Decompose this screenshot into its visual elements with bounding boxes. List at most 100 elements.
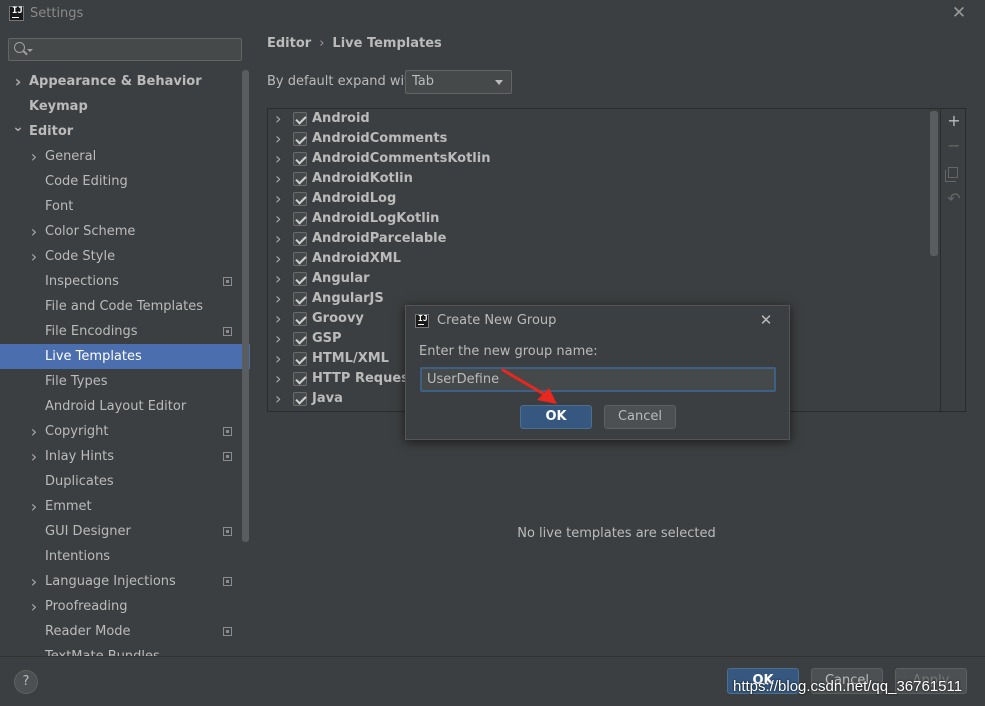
sidebar-item-label: Intentions	[45, 549, 111, 564]
template-group-checkbox[interactable]	[293, 252, 307, 266]
sidebar-item[interactable]: › Color Scheme	[0, 219, 240, 244]
template-group-checkbox[interactable]	[293, 352, 307, 366]
project-scope-icon	[223, 327, 232, 336]
dialog-close-icon[interactable]: ✕	[758, 311, 774, 329]
project-scope-icon	[223, 452, 232, 461]
template-group-checkbox[interactable]	[293, 332, 307, 346]
template-group-checkbox[interactable]	[293, 112, 307, 126]
chevron-right-icon[interactable]: ›	[275, 249, 281, 269]
sidebar-item[interactable]: Reader Mode	[0, 619, 240, 644]
chevron-right-icon[interactable]: ›	[275, 369, 281, 389]
sidebar-item[interactable]: File and Code Templates	[0, 294, 240, 319]
add-icon[interactable]: +	[945, 112, 963, 130]
sidebar-item[interactable]: › Appearance & Behavior	[0, 69, 240, 94]
sidebar-item-label: General	[45, 149, 97, 164]
window-close-icon[interactable]: ✕	[950, 4, 968, 22]
chevron-right-icon[interactable]: ›	[275, 329, 281, 349]
settings-search-input[interactable]	[35, 41, 235, 58]
chevron-right-icon[interactable]: ›	[275, 149, 281, 169]
template-group-checkbox[interactable]	[293, 172, 307, 186]
template-group-row[interactable]: › Angular	[268, 269, 928, 289]
sidebar-item-label: Duplicates	[45, 474, 114, 489]
sidebar-item[interactable]: Keymap	[0, 94, 240, 119]
intellij-logo-icon: IJ	[415, 314, 429, 328]
sidebar-item[interactable]: File Encodings	[0, 319, 240, 344]
sidebar-item[interactable]: Intentions	[0, 544, 240, 569]
chevron-right-icon[interactable]: ›	[28, 219, 40, 244]
template-group-checkbox[interactable]	[293, 212, 307, 226]
sidebar-item[interactable]: Inspections	[0, 269, 240, 294]
template-group-row[interactable]: › AndroidKotlin	[268, 169, 928, 189]
template-group-checkbox[interactable]	[293, 312, 307, 326]
template-group-checkbox[interactable]	[293, 232, 307, 246]
help-button[interactable]: ?	[14, 670, 38, 694]
template-group-checkbox[interactable]	[293, 192, 307, 206]
template-group-checkbox[interactable]	[293, 372, 307, 386]
sidebar-item[interactable]: File Types	[0, 369, 240, 394]
chevron-right-icon[interactable]: ›	[275, 349, 281, 369]
chevron-right-icon[interactable]: ›	[275, 389, 281, 409]
template-group-row[interactable]: › AndroidXML	[268, 249, 928, 269]
sidebar-item[interactable]: ⌄ Editor	[0, 119, 240, 144]
chevron-right-icon[interactable]: ›	[275, 129, 281, 149]
chevron-right-icon[interactable]: ›	[275, 289, 281, 309]
sidebar-item[interactable]: TextMate Bundles	[0, 644, 240, 656]
template-group-row[interactable]: › AndroidLogKotlin	[268, 209, 928, 229]
chevron-right-icon[interactable]: ›	[275, 109, 281, 129]
template-group-checkbox[interactable]	[293, 272, 307, 286]
sidebar-item[interactable]: › Copyright	[0, 419, 240, 444]
sidebar-item[interactable]: Duplicates	[0, 469, 240, 494]
chevron-right-icon[interactable]: ›	[275, 209, 281, 229]
dialog-cancel-button[interactable]: Cancel	[604, 405, 676, 429]
sidebar-item[interactable]: › Proofreading	[0, 594, 240, 619]
sidebar-item[interactable]: › Emmet	[0, 494, 240, 519]
chevron-right-icon[interactable]: ›	[12, 69, 24, 94]
chevron-right-icon[interactable]: ›	[28, 419, 40, 444]
template-group-name: GSP	[312, 331, 342, 346]
template-group-checkbox[interactable]	[293, 292, 307, 306]
sidebar-item[interactable]: › Code Style	[0, 244, 240, 269]
chevron-right-icon[interactable]: ›	[28, 444, 40, 469]
templates-toolbar: + − ↶	[940, 109, 966, 411]
empty-selection-message: No live templates are selected	[517, 526, 716, 541]
template-group-checkbox[interactable]	[293, 392, 307, 406]
sidebar-item[interactable]: Android Layout Editor	[0, 394, 240, 419]
sidebar-item[interactable]: GUI Designer	[0, 519, 240, 544]
create-new-group-dialog: IJ Create New Group ✕ Enter the new grou…	[405, 305, 790, 440]
template-group-checkbox[interactable]	[293, 132, 307, 146]
chevron-right-icon[interactable]: ›	[28, 594, 40, 619]
remove-icon[interactable]: −	[945, 137, 963, 155]
expand-with-select[interactable]: Tab	[405, 70, 512, 94]
chevron-right-icon[interactable]: ›	[28, 144, 40, 169]
chevron-right-icon[interactable]: ›	[28, 494, 40, 519]
sidebar-item-label: Code Editing	[45, 174, 128, 189]
template-group-row[interactable]: › AndroidLog	[268, 189, 928, 209]
sidebar-item[interactable]: Code Editing	[0, 169, 240, 194]
sidebar-item[interactable]: › Language Injections	[0, 569, 240, 594]
template-group-row[interactable]: › AndroidParcelable	[268, 229, 928, 249]
restore-icon[interactable]: ↶	[945, 190, 963, 208]
chevron-right-icon[interactable]: ›	[275, 269, 281, 289]
chevron-down-icon[interactable]: ⌄	[12, 115, 24, 140]
sidebar-item[interactable]: Live Templates	[0, 344, 250, 369]
template-group-row[interactable]: › AndroidCommentsKotlin	[268, 149, 928, 169]
sidebar-item[interactable]: › Inlay Hints	[0, 444, 240, 469]
chevron-right-icon[interactable]: ›	[275, 229, 281, 249]
sidebar-item[interactable]: Font	[0, 194, 240, 219]
settings-search-box[interactable]	[8, 38, 242, 61]
chevron-right-icon[interactable]: ›	[275, 309, 281, 329]
search-history-caret-icon[interactable]	[27, 49, 33, 52]
template-group-name: AndroidKotlin	[312, 171, 413, 186]
template-group-checkbox[interactable]	[293, 152, 307, 166]
chevron-right-icon[interactable]: ›	[275, 169, 281, 189]
template-group-row[interactable]: › Android	[268, 109, 928, 129]
templates-scrollbar[interactable]	[930, 111, 938, 256]
sidebar-item-label: Emmet	[45, 499, 92, 514]
chevron-right-icon[interactable]: ›	[28, 569, 40, 594]
chevron-right-icon[interactable]: ›	[275, 189, 281, 209]
template-group-row[interactable]: › AndroidComments	[268, 129, 928, 149]
group-name-input[interactable]	[420, 367, 776, 392]
chevron-right-icon[interactable]: ›	[28, 244, 40, 269]
sidebar-scrollbar[interactable]	[242, 70, 249, 542]
sidebar-item[interactable]: › General	[0, 144, 240, 169]
